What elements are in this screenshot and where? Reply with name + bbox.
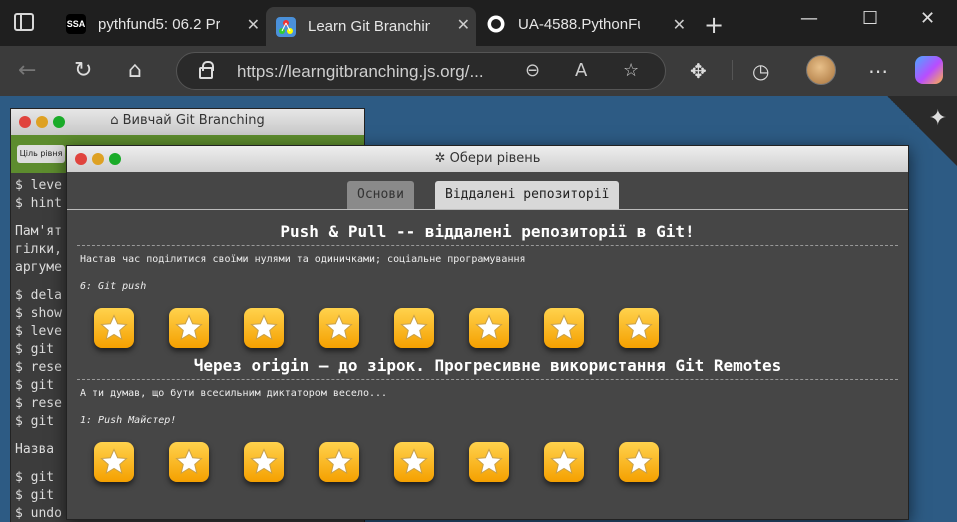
- dialog-title: Обери рівень: [449, 151, 541, 166]
- terminal-title: Вивчай Git Branching: [122, 113, 265, 128]
- dialog-tabs: Основи Віддалені репозиторії: [67, 172, 908, 210]
- tab-basics[interactable]: Основи: [347, 181, 414, 209]
- section-description: А ти думав, що бути всесильним диктаторо…: [80, 388, 388, 399]
- url-text[interactable]: https://learngitbranching.js.org/...: [237, 62, 484, 82]
- home-icon[interactable]: ⌂: [128, 58, 142, 83]
- octocat-icon: ✦: [928, 106, 947, 131]
- star-icon: [250, 314, 278, 341]
- star-icon: [550, 314, 578, 341]
- minimize-dot-icon[interactable]: [36, 116, 48, 128]
- browser-tab-2[interactable]: Learn Git Branching ✕: [266, 7, 476, 46]
- address-bar[interactable]: https://learngitbranching.js.org/... ⊖ A…: [176, 52, 666, 90]
- tab-title: UA-4588.PythonFun: [518, 15, 640, 33]
- level-stars-row: [94, 442, 908, 490]
- copilot-icon[interactable]: [915, 56, 943, 84]
- learngitbranching-icon: [276, 16, 296, 37]
- minimize-button[interactable]: —: [800, 8, 818, 29]
- section-title: Через origin – до зірок. Прогресивне вик…: [193, 356, 782, 375]
- level-star-button[interactable]: [169, 442, 209, 482]
- home-icon: ⌂: [110, 113, 123, 128]
- level-star-button[interactable]: [94, 442, 134, 482]
- back-icon[interactable]: ←: [18, 58, 36, 83]
- tab-title: pythfund5: 06.2 Prac: [98, 15, 220, 33]
- zoom-dot-icon[interactable]: [109, 153, 121, 165]
- browser-tab-3[interactable]: UA-4588.PythonFun ✕: [476, 7, 692, 41]
- star-icon: [400, 448, 428, 475]
- profile-avatar[interactable]: [806, 55, 836, 85]
- browser-tab-1[interactable]: SSA pythfund5: 06.2 Prac ✕: [56, 7, 266, 41]
- read-aloud-icon[interactable]: A: [575, 60, 587, 81]
- star-icon: [325, 314, 353, 341]
- level-star-button[interactable]: [469, 308, 509, 348]
- star-icon: [100, 448, 128, 475]
- star-icon: [325, 448, 353, 475]
- star-icon: [175, 448, 203, 475]
- star-icon: [175, 314, 203, 341]
- level-star-button[interactable]: [169, 308, 209, 348]
- minimize-dot-icon[interactable]: [92, 153, 104, 165]
- star-icon: [550, 448, 578, 475]
- close-tab-icon[interactable]: ✕: [673, 15, 686, 35]
- level-star-button[interactable]: [619, 308, 659, 348]
- level-star-button[interactable]: [619, 442, 659, 482]
- page-content: ✦ ⌂ Вивчай Git Branching Ціль рівня $ le…: [0, 96, 957, 522]
- ssa-favicon: SSA: [66, 14, 86, 34]
- star-icon: [475, 448, 503, 475]
- level-stars-row: [94, 308, 908, 356]
- close-tab-icon[interactable]: ✕: [247, 15, 260, 35]
- tab-remote-repositories[interactable]: Віддалені репозиторії: [435, 181, 620, 209]
- more-menu-icon[interactable]: ⋯: [868, 59, 888, 83]
- level-star-button[interactable]: [319, 442, 359, 482]
- level-star-button[interactable]: [469, 442, 509, 482]
- lock-icon[interactable]: [199, 61, 214, 79]
- zoom-icon[interactable]: ⊖: [525, 60, 540, 81]
- star-icon: [400, 314, 428, 341]
- level-name: 1: Push Майстер!: [80, 415, 177, 426]
- dialog-titlebar: ✲ Обери рівень: [67, 146, 908, 172]
- browser-tab-bar: SSA pythfund5: 06.2 Prac ✕ Learn Git Bra…: [0, 0, 957, 46]
- maximize-button[interactable]: ☐: [862, 8, 878, 29]
- star-icon: [475, 314, 503, 341]
- tab-actions-icon[interactable]: [14, 13, 34, 31]
- level-star-button[interactable]: [319, 308, 359, 348]
- gear-icon: ✲: [434, 151, 450, 166]
- star-icon: [100, 314, 128, 341]
- history-icon[interactable]: ◷: [752, 59, 769, 83]
- terminal-titlebar: ⌂ Вивчай Git Branching: [11, 109, 364, 135]
- level-name: 6: Git push: [80, 281, 147, 292]
- close-tab-icon[interactable]: ✕: [457, 15, 470, 35]
- level-star-button[interactable]: [244, 442, 284, 482]
- level-star-button[interactable]: [544, 442, 584, 482]
- star-icon: [250, 448, 278, 475]
- zoom-dot-icon[interactable]: [53, 116, 65, 128]
- tab-title: Learn Git Branching: [308, 18, 430, 35]
- star-icon: [625, 448, 653, 475]
- level-select-dialog: ✲ Обери рівень Основи Віддалені репозито…: [66, 145, 909, 520]
- github-icon: [486, 14, 506, 34]
- new-tab-button[interactable]: +: [704, 11, 724, 39]
- close-dot-icon[interactable]: [19, 116, 31, 128]
- level-star-button[interactable]: [394, 442, 434, 482]
- level-star-button[interactable]: [544, 308, 584, 348]
- section-description: Настав час поділитися своїми нулями та о…: [80, 254, 526, 265]
- window-buttons: [19, 116, 65, 128]
- close-window-button[interactable]: ✕: [920, 8, 935, 29]
- favorite-star-icon[interactable]: ☆: [623, 60, 639, 81]
- level-star-button[interactable]: [244, 308, 284, 348]
- level-star-button[interactable]: [394, 308, 434, 348]
- browser-toolbar: ← ↻ ⌂ https://learngitbranching.js.org/.…: [0, 46, 957, 96]
- level-goal-button[interactable]: Ціль рівня: [17, 145, 65, 163]
- star-icon: [625, 314, 653, 341]
- section-title: Push & Pull -- віддалені репозиторії в G…: [280, 222, 695, 241]
- toolbar-divider: [732, 60, 733, 80]
- extensions-icon[interactable]: ✥: [690, 59, 707, 83]
- close-dot-icon[interactable]: [75, 153, 87, 165]
- refresh-icon[interactable]: ↻: [74, 58, 92, 83]
- level-star-button[interactable]: [94, 308, 134, 348]
- window-buttons: [75, 153, 121, 165]
